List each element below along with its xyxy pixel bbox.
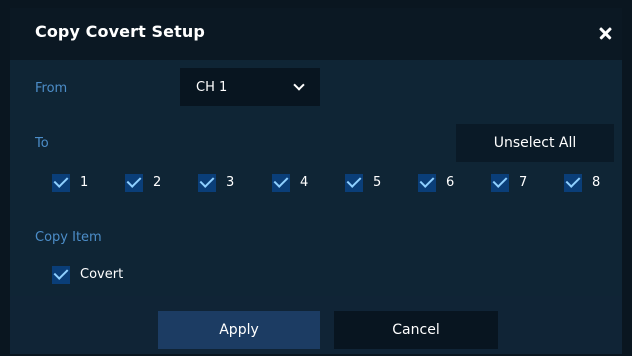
channel-4-checkbox[interactable] [272,174,290,192]
channel-7-checkbox[interactable] [491,174,509,192]
unselect-all-button[interactable]: Unselect All [456,124,614,162]
from-channel-select[interactable]: CH 1 [180,68,320,106]
channel-2-checkbox[interactable] [125,174,143,192]
from-label: From [35,81,68,96]
dialog-title: Copy Covert Setup [35,22,205,41]
channel-8-checkbox[interactable] [564,174,582,192]
copy-item-label: Copy Item [35,230,102,245]
from-channel-value: CH 1 [196,80,228,95]
covert-checkbox[interactable] [52,266,70,284]
channel-3-checkbox[interactable] [198,174,216,192]
channel-3-label: 3 [226,175,235,190]
covert-label: Covert [80,267,124,282]
channel-1-label: 1 [80,175,89,190]
channel-7-label: 7 [519,175,528,190]
channel-5-label: 5 [373,175,382,190]
close-icon[interactable] [596,22,618,44]
cancel-button[interactable]: Cancel [334,311,498,349]
channel-8-label: 8 [592,175,601,190]
channel-6-label: 6 [446,175,455,190]
channel-4-label: 4 [300,175,309,190]
channel-6-checkbox[interactable] [418,174,436,192]
channel-1-checkbox[interactable] [52,174,70,192]
dialog-titlebar: Copy Covert Setup [10,8,622,60]
chevron-down-icon [293,79,305,91]
copy-covert-dialog: Copy Covert Setup From CH 1 To Unselect … [10,8,622,354]
to-label: To [35,136,49,151]
channel-2-label: 2 [153,175,162,190]
channel-5-checkbox[interactable] [345,174,363,192]
apply-button[interactable]: Apply [158,311,320,349]
